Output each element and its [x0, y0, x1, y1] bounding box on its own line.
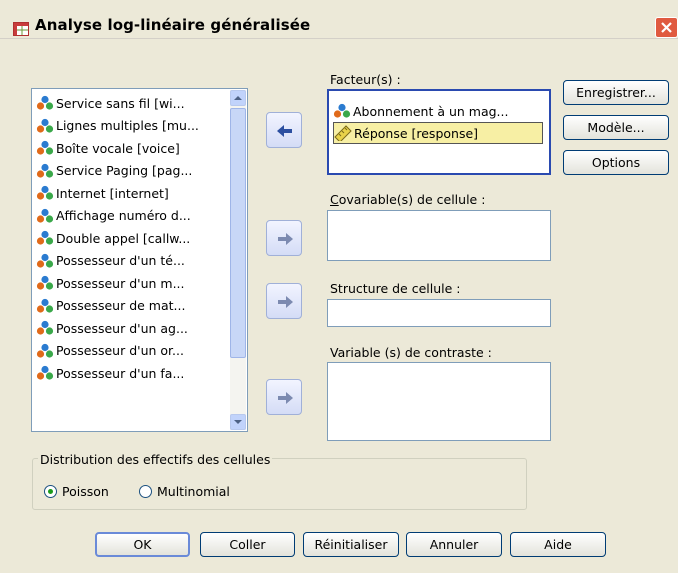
multinomial-radio[interactable]	[139, 485, 152, 498]
nominal-variable-icon	[333, 103, 351, 118]
variable-list-scrollbar[interactable]	[230, 90, 246, 430]
list-item[interactable]: Affichage numéro d...	[36, 205, 228, 228]
contrast-variables-label: Variable (s) de contraste :	[330, 345, 492, 360]
list-item-label: Possesseur d'un m...	[56, 275, 185, 291]
move-to-covariates-button[interactable]	[266, 220, 302, 256]
list-item[interactable]: Possesseur d'un fa...	[36, 362, 228, 385]
close-icon	[661, 22, 672, 33]
factor-item-selected[interactable]: Réponse [response]	[333, 122, 543, 144]
move-to-contrast-button[interactable]	[266, 379, 302, 415]
scale-ruler-icon	[334, 125, 352, 141]
nominal-variable-icon	[36, 118, 54, 133]
source-variable-list[interactable]: Service sans fil [wi... Lignes multiples …	[31, 88, 248, 432]
nominal-variable-icon	[36, 253, 54, 268]
cell-structure-label: Structure de cellule :	[330, 281, 461, 296]
list-item-label: Affichage numéro d...	[56, 208, 191, 224]
cell-covariates-label: Covariable(s) de cellule :	[330, 192, 486, 207]
list-item[interactable]: Service sans fil [wi...	[36, 92, 228, 115]
list-item-label: Possesseur d'un or...	[56, 343, 184, 359]
list-item[interactable]: Lignes multiples [mu...	[36, 115, 228, 138]
nominal-variable-icon	[36, 163, 54, 178]
list-item-label: Double appel [callw...	[56, 230, 191, 246]
list-item[interactable]: Possesseur d'un ag...	[36, 317, 228, 340]
variable-list-items: Service sans fil [wi... Lignes multiples …	[36, 92, 228, 385]
nominal-variable-icon	[36, 343, 54, 358]
list-item-label: Lignes multiples [mu...	[56, 118, 199, 134]
nominal-variable-icon	[36, 186, 54, 200]
help-button[interactable]: Aide	[510, 532, 606, 557]
model-button[interactable]: Modèle...	[563, 115, 669, 140]
table-icon	[13, 22, 29, 36]
contrast-variables-list[interactable]	[327, 362, 551, 441]
list-item-label: Internet [internet]	[56, 185, 169, 201]
cell-covariates-list[interactable]	[327, 210, 551, 261]
list-item[interactable]: Possesseur d'un té...	[36, 250, 228, 273]
nominal-variable-icon	[36, 96, 54, 110]
dialog-window: Analyse log-linéaire généralisée Service…	[0, 0, 678, 573]
cell-structure-field[interactable]	[327, 299, 551, 327]
list-item[interactable]: Double appel [callw...	[36, 227, 228, 250]
arrow-right-icon	[278, 296, 293, 308]
arrow-left-icon	[277, 125, 292, 137]
scroll-down-button[interactable]	[230, 414, 246, 430]
nominal-variable-icon	[36, 366, 54, 380]
list-item-label: Service Paging [pag...	[56, 163, 193, 179]
list-item[interactable]: Internet [internet]	[36, 182, 228, 205]
arrow-right-icon	[278, 392, 293, 404]
nominal-variable-icon	[36, 298, 54, 313]
poisson-label[interactable]: Poisson	[62, 484, 109, 499]
list-item[interactable]: Possesseur d'un m...	[36, 272, 228, 295]
window-title: Analyse log-linéaire généralisée	[35, 16, 311, 34]
options-button[interactable]: Options	[563, 150, 669, 175]
list-item-label: Possesseur d'un té...	[56, 253, 185, 269]
list-item-label: Boîte vocale [voice]	[56, 140, 180, 156]
nominal-variable-icon	[36, 321, 54, 335]
nominal-variable-icon	[36, 276, 54, 290]
reset-button[interactable]: Réinitialiser	[303, 532, 399, 557]
poisson-radio[interactable]	[44, 485, 57, 498]
arrow-right-icon	[278, 233, 293, 245]
scroll-up-button[interactable]	[230, 90, 246, 106]
save-button[interactable]: Enregistrer...	[563, 80, 669, 105]
list-item-label: Service sans fil [wi...	[56, 95, 185, 111]
nominal-variable-icon	[36, 141, 54, 155]
title-bar[interactable]: Analyse log-linéaire généralisée	[0, 0, 678, 39]
distribution-legend: Distribution des effectifs des cellules	[38, 452, 273, 467]
list-item-label: Possesseur d'un ag...	[56, 320, 188, 336]
factor-item[interactable]: Abonnement à un mag...	[333, 100, 543, 122]
list-item[interactable]: Boîte vocale [voice]	[36, 137, 228, 160]
scroll-up-icon	[234, 96, 242, 100]
list-item[interactable]: Service Paging [pag...	[36, 160, 228, 183]
nominal-variable-icon	[36, 231, 54, 245]
list-item[interactable]: Possesseur de mat...	[36, 295, 228, 318]
scroll-down-icon	[234, 420, 242, 424]
factors-label: Facteur(s) :	[330, 72, 401, 87]
multinomial-label[interactable]: Multinomial	[157, 484, 230, 499]
list-item[interactable]: Possesseur d'un or...	[36, 340, 228, 363]
close-button[interactable]	[655, 17, 678, 38]
paste-button[interactable]: Coller	[200, 532, 295, 557]
ok-button[interactable]: OK	[95, 532, 190, 557]
list-item-label: Possesseur de mat...	[56, 298, 186, 314]
move-to-structure-button[interactable]	[266, 283, 302, 319]
scroll-thumb[interactable]	[230, 108, 246, 358]
factor-item-label: Abonnement à un mag...	[353, 103, 509, 119]
move-to-factors-button[interactable]	[266, 112, 302, 148]
nominal-variable-icon	[36, 208, 54, 223]
factor-item-label: Réponse [response]	[354, 125, 479, 141]
list-item-label: Possesseur d'un fa...	[56, 365, 185, 381]
cancel-button[interactable]: Annuler	[406, 532, 502, 557]
factors-list[interactable]: Abonnement à un mag... Réponse [response…	[327, 89, 551, 175]
